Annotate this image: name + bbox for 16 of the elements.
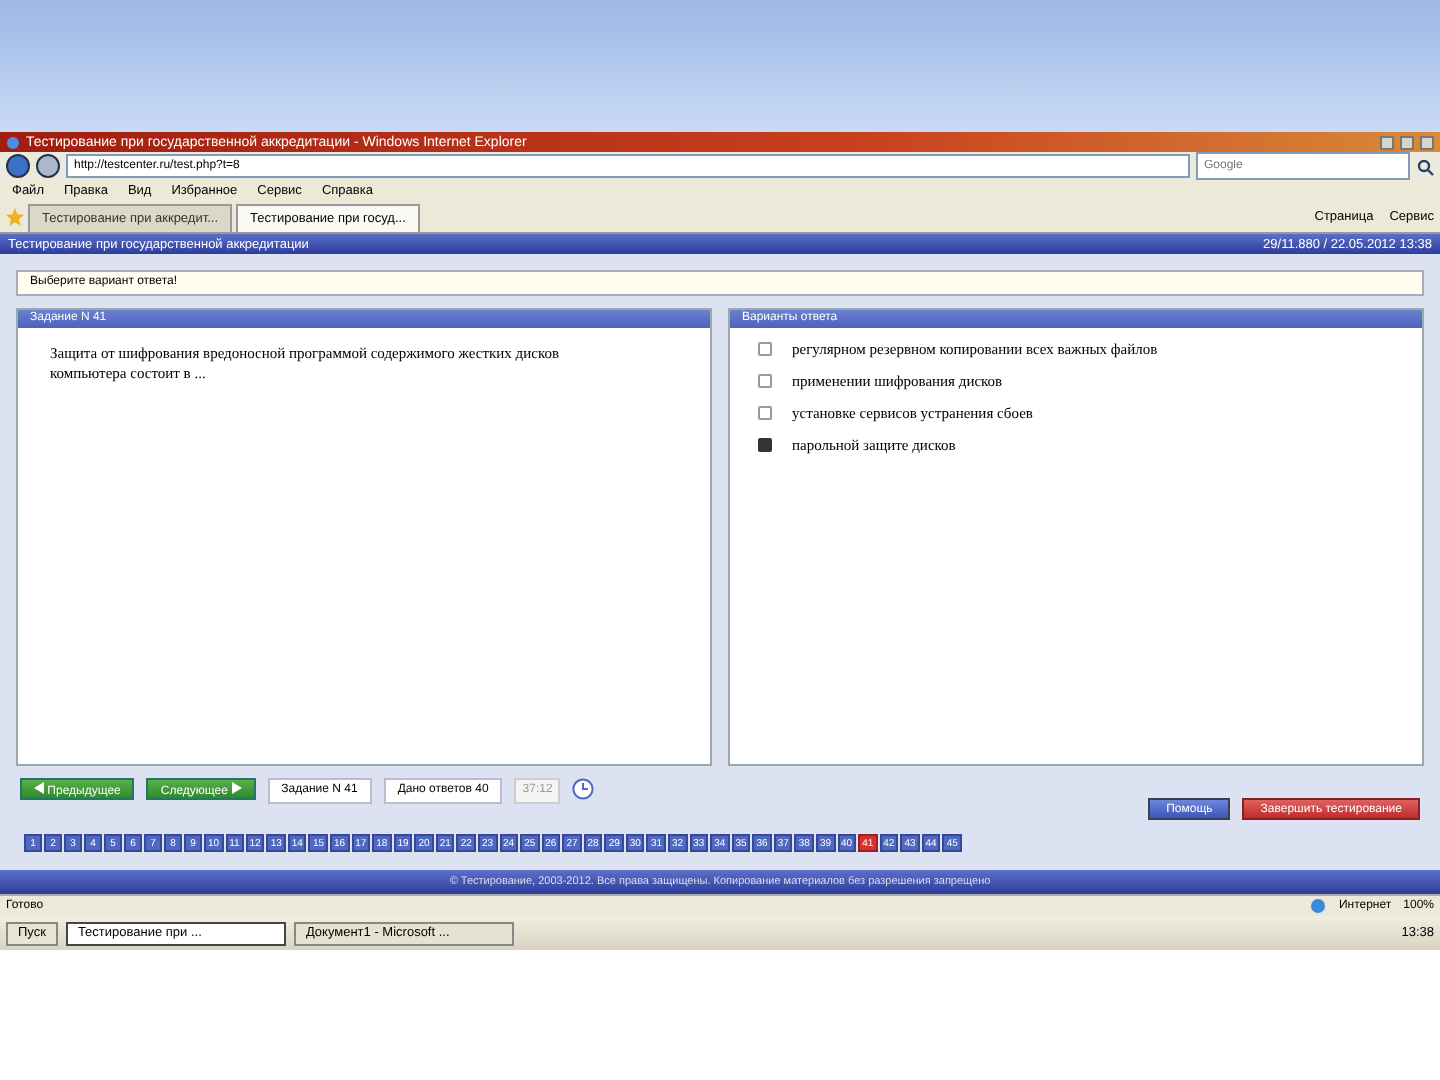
browser-icon (6, 135, 20, 149)
answer-radio[interactable] (758, 438, 772, 452)
close-button[interactable] (1420, 135, 1434, 149)
star-icon[interactable] (6, 207, 24, 225)
clock-icon (572, 778, 595, 800)
left-arrow-icon (34, 781, 44, 793)
forward-button[interactable] (36, 154, 60, 178)
answer-radio[interactable] (758, 342, 772, 356)
back-button[interactable] (6, 154, 30, 178)
right-arrow-icon (231, 781, 242, 793)
answer-radio[interactable] (758, 374, 772, 388)
answer-radio[interactable] (758, 406, 772, 420)
globe-icon (1310, 898, 1327, 914)
minimize-button[interactable] (1380, 135, 1394, 149)
search-icon[interactable] (1416, 157, 1434, 175)
maximize-button[interactable] (1400, 135, 1414, 149)
